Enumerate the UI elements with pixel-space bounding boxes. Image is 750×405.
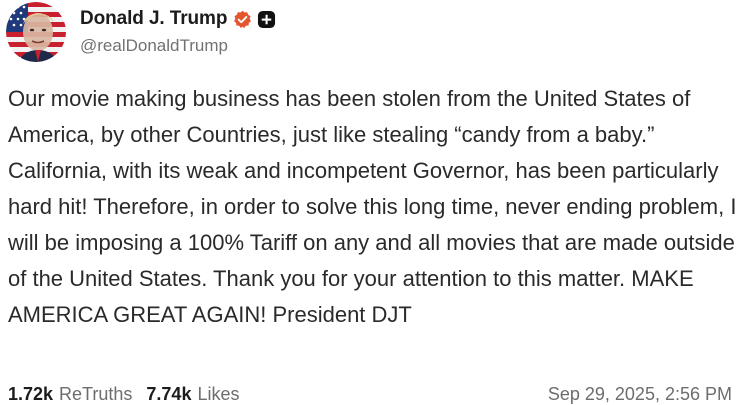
likes-label: Likes (197, 383, 240, 404)
author-handle[interactable]: @realDonaldTrump (80, 36, 228, 56)
author-name-row: Donald J. Trump (80, 6, 276, 32)
retruths-label: ReTruths (59, 383, 133, 404)
likes-count: 7.74k (146, 383, 192, 404)
post-timestamp[interactable]: Sep 29, 2025, 2:56 PM (548, 384, 732, 405)
author-display-name[interactable]: Donald J. Trump (80, 8, 227, 30)
truth-post-card: Donald J. Trump @realDonaldTrump Our mov… (0, 0, 750, 405)
author-avatar[interactable] (6, 2, 66, 62)
verified-badge-icon (233, 10, 252, 29)
likes-stat[interactable]: 7.74k Likes (146, 384, 239, 405)
retruths-count: 1.72k (8, 383, 54, 404)
post-footer: 1.72k ReTruths 7.74k Likes Sep 29, 2025,… (8, 382, 732, 405)
post-text: Our movie making business has been stole… (8, 81, 743, 333)
flag-portrait-avatar-icon (6, 2, 66, 62)
post-text-content: Our movie making business has been stole… (8, 86, 737, 327)
truth-plus-icon (257, 10, 276, 29)
retruths-stat[interactable]: 1.72k ReTruths (8, 384, 132, 405)
